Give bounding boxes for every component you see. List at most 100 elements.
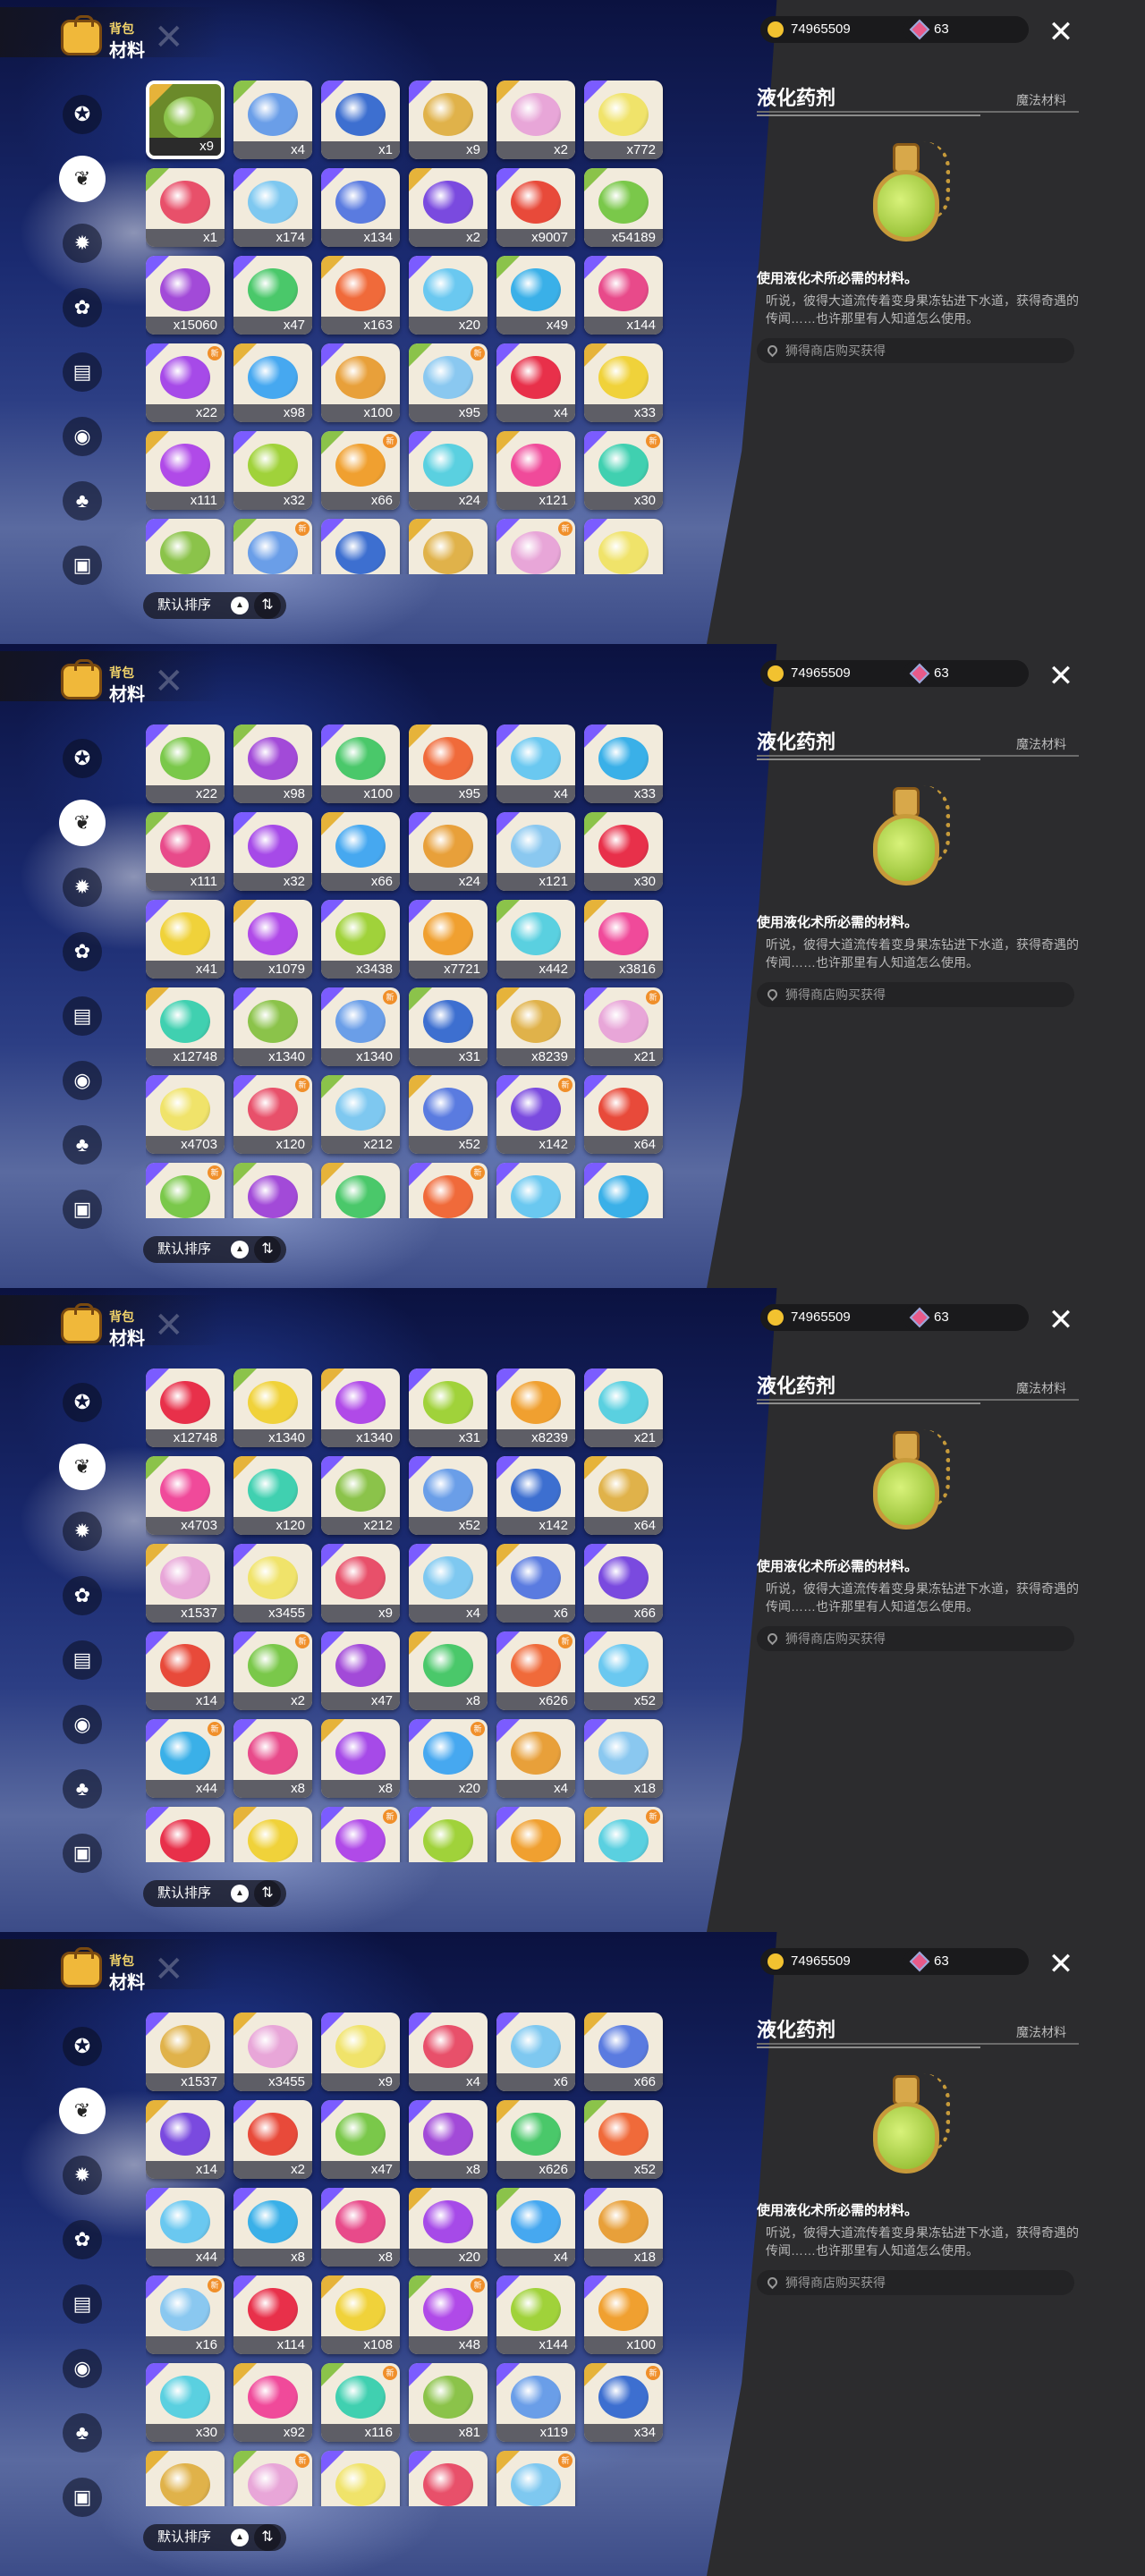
item-slot[interactable]: x2 <box>409 168 488 247</box>
item-slot[interactable]: x8 <box>321 2188 400 2267</box>
nav-star-icon[interactable]: ✪ <box>63 739 102 778</box>
item-slot[interactable]: x1079 <box>233 900 312 979</box>
item-slot[interactable]: x626 新 <box>496 1631 575 1710</box>
item-slot[interactable]: x49 <box>496 256 575 335</box>
item-slot[interactable]: x30 <box>146 2363 225 2442</box>
item-slot[interactable]: x120 新 <box>233 1075 312 1154</box>
nav-gear-icon[interactable]: ✹ <box>63 2156 102 2195</box>
item-slot[interactable]: x9 <box>146 80 225 159</box>
nav-gear-icon[interactable]: ✹ <box>63 868 102 907</box>
nav-sprout-icon[interactable]: ✿ <box>63 2220 102 2259</box>
item-slot[interactable]: 新 <box>233 519 312 574</box>
item-slot[interactable]: x92 <box>233 2363 312 2442</box>
item-slot[interactable]: x66 <box>584 2012 663 2091</box>
item-slot[interactable]: x24 <box>409 812 488 891</box>
nav-bell-icon[interactable]: ◉ <box>63 2349 102 2388</box>
item-slot[interactable]: x289 <box>409 2451 488 2506</box>
item-slot[interactable]: x4703 <box>146 1075 225 1154</box>
item-slot[interactable]: x108新 <box>321 1807 400 1862</box>
nav-bell-icon[interactable]: ◉ <box>63 417 102 456</box>
item-slot[interactable]: x66 <box>321 812 400 891</box>
item-slot[interactable]: x4 <box>496 724 575 803</box>
item-slot[interactable]: x21 <box>584 1368 663 1447</box>
item-slot[interactable]: x18 <box>584 2188 663 2267</box>
item-slot[interactable]: x32 <box>233 812 312 891</box>
item-slot[interactable]: x8 <box>233 2188 312 2267</box>
item-slot[interactable]: x81 <box>409 2363 488 2442</box>
item-slot[interactable]: x47 <box>321 2100 400 2179</box>
item-slot[interactable]: x52 <box>584 2100 663 2179</box>
item-slot[interactable]: x4 <box>233 80 312 159</box>
item-slot[interactable] <box>496 1163 575 1218</box>
item-slot[interactable]: x44 新 <box>146 1719 225 1798</box>
item-slot[interactable]: x32 <box>233 431 312 510</box>
item-slot[interactable]: x16 新 <box>146 2275 225 2354</box>
item-slot[interactable]: x6 <box>496 1544 575 1623</box>
item-slot[interactable]: x212 <box>321 1075 400 1154</box>
item-slot[interactable]: x9 <box>409 80 488 159</box>
item-slot[interactable] <box>584 519 663 574</box>
item-slot[interactable]: x8 <box>321 1719 400 1798</box>
nav-bell-icon[interactable]: ◉ <box>63 1705 102 1744</box>
item-slot[interactable]: x8 <box>409 2100 488 2179</box>
item-slot[interactable]: x173 <box>146 2451 225 2506</box>
item-slot[interactable]: x48 新 <box>409 2275 488 2354</box>
item-slot[interactable]: x34 新 <box>584 2363 663 2442</box>
item-slot[interactable]: x8 <box>233 1719 312 1798</box>
item-slot[interactable]: x3816 <box>584 900 663 979</box>
nav-chest-icon[interactable]: ▣ <box>63 2478 102 2517</box>
item-slot[interactable]: x66 新 <box>321 431 400 510</box>
item-slot[interactable] <box>584 1163 663 1218</box>
item-slot[interactable]: x9 <box>321 1544 400 1623</box>
nav-sprout-icon[interactable]: ✿ <box>63 932 102 971</box>
item-slot[interactable]: x47 <box>321 1631 400 1710</box>
nav-chest-icon[interactable]: ▣ <box>63 1190 102 1229</box>
item-slot[interactable]: x120 <box>233 1456 312 1535</box>
item-slot[interactable]: x12748 <box>146 1368 225 1447</box>
item-slot[interactable]: x134 <box>321 168 400 247</box>
nav-gear-icon[interactable]: ✹ <box>63 1512 102 1551</box>
item-slot[interactable] <box>233 1163 312 1218</box>
nav-scroll-icon[interactable]: ▤ <box>63 1640 102 1680</box>
item-slot[interactable]: x7721 <box>409 900 488 979</box>
item-slot[interactable]: x12748 <box>146 987 225 1066</box>
item-slot[interactable]: x66 <box>584 1544 663 1623</box>
item-slot[interactable]: x8239 <box>496 1368 575 1447</box>
nav-bell-icon[interactable]: ◉ <box>63 1061 102 1100</box>
item-slot[interactable] <box>409 519 488 574</box>
nav-sprout-icon[interactable]: ✿ <box>63 288 102 327</box>
item-slot[interactable]: x121 <box>496 431 575 510</box>
item-slot[interactable]: x14 <box>146 2100 225 2179</box>
item-slot[interactable]: 新 <box>496 519 575 574</box>
item-slot[interactable]: x2 <box>233 2100 312 2179</box>
item-slot[interactable]: x100 <box>321 724 400 803</box>
item-slot[interactable]: x15060 <box>146 256 225 335</box>
item-slot[interactable]: x48 <box>409 1807 488 1862</box>
item-slot[interactable]: x114 <box>233 2275 312 2354</box>
item-slot[interactable]: x31 <box>409 1368 488 1447</box>
item-slot[interactable]: x9 <box>321 2012 400 2091</box>
item-slot[interactable]: x144 <box>584 256 663 335</box>
nav-acorn-icon[interactable]: ♣ <box>63 481 102 521</box>
sort-order-button[interactable]: ⇅ <box>254 2524 281 2551</box>
nav-acorn-icon[interactable]: ♣ <box>63 1769 102 1809</box>
item-slot[interactable]: x52 <box>409 1456 488 1535</box>
item-slot[interactable]: x6 <box>496 2012 575 2091</box>
item-slot[interactable]: x8 <box>409 1631 488 1710</box>
item-slot[interactable]: x144 <box>496 2275 575 2354</box>
sort-order-button[interactable]: ⇅ <box>254 1880 281 1907</box>
item-slot[interactable]: x21 新 <box>584 987 663 1066</box>
item-slot[interactable]: x1340 新 <box>321 987 400 1066</box>
item-slot[interactable]: x18 <box>584 1719 663 1798</box>
item-slot[interactable]: x772 <box>584 80 663 159</box>
item-slot[interactable]: x100 <box>321 343 400 422</box>
nav-chest-icon[interactable]: ▣ <box>63 546 102 585</box>
item-slot[interactable]: x47 <box>233 256 312 335</box>
item-slot[interactable]: x20 新 <box>409 1719 488 1798</box>
item-slot[interactable]: x1340 <box>321 1368 400 1447</box>
nav-scroll-icon[interactable]: ▤ <box>63 996 102 1036</box>
item-slot[interactable]: x812 <box>321 2451 400 2506</box>
nav-star-icon[interactable]: ✪ <box>63 1383 102 1422</box>
item-slot[interactable]: x1 <box>146 168 225 247</box>
item-slot[interactable]: x111 <box>146 431 225 510</box>
